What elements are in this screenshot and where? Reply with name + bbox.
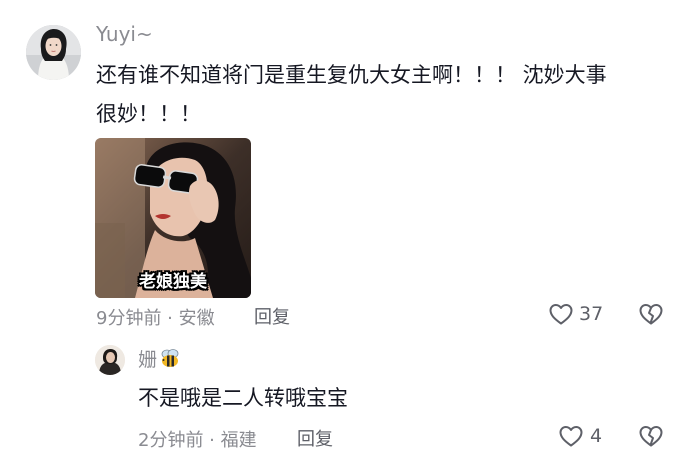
like-heart-icon[interactable] [548, 302, 574, 326]
reply-location: 福建 [220, 430, 257, 451]
comment-location: 安徽 [178, 308, 215, 329]
comment-text-line-2: 很妙！！！ [96, 102, 201, 126]
comment-text-line-1: 还有谁不知道将门是重生复仇大女主啊！！！ 沈妙大事 [96, 63, 607, 87]
sticker-caption: 老娘独美 [139, 272, 207, 292]
meta-separator: · [203, 430, 221, 451]
reply-like-heart-icon[interactable] [558, 424, 584, 448]
replier-username-row: 姗 [138, 345, 181, 372]
reply-button[interactable]: 回复 [254, 303, 290, 329]
comment-sticker-image[interactable]: 老娘独美 [95, 138, 251, 298]
replier-avatar[interactable] [95, 345, 125, 375]
comment-time: 9分钟前 [96, 308, 162, 329]
reply-dislike-broken-heart-icon[interactable] [638, 424, 664, 448]
commenter-username[interactable]: Yuyi~ [96, 22, 153, 46]
replier-username[interactable]: 姗 [138, 345, 157, 372]
reply-text: 不是哦是二人转哦宝宝 [138, 386, 348, 410]
reply-meta: 2分钟前 · 福建 [138, 426, 257, 452]
meta-separator: · [161, 308, 179, 329]
commenter-avatar[interactable] [26, 25, 81, 80]
like-count: 37 [579, 303, 604, 325]
dislike-broken-heart-icon[interactable] [638, 302, 664, 326]
reply-reply-button[interactable]: 回复 [297, 425, 333, 451]
reply-time: 2分钟前 [138, 430, 204, 451]
comment-meta: 9分钟前 · 安徽 [96, 304, 215, 330]
bee-icon [159, 348, 181, 369]
reply-like-count: 4 [590, 425, 603, 447]
